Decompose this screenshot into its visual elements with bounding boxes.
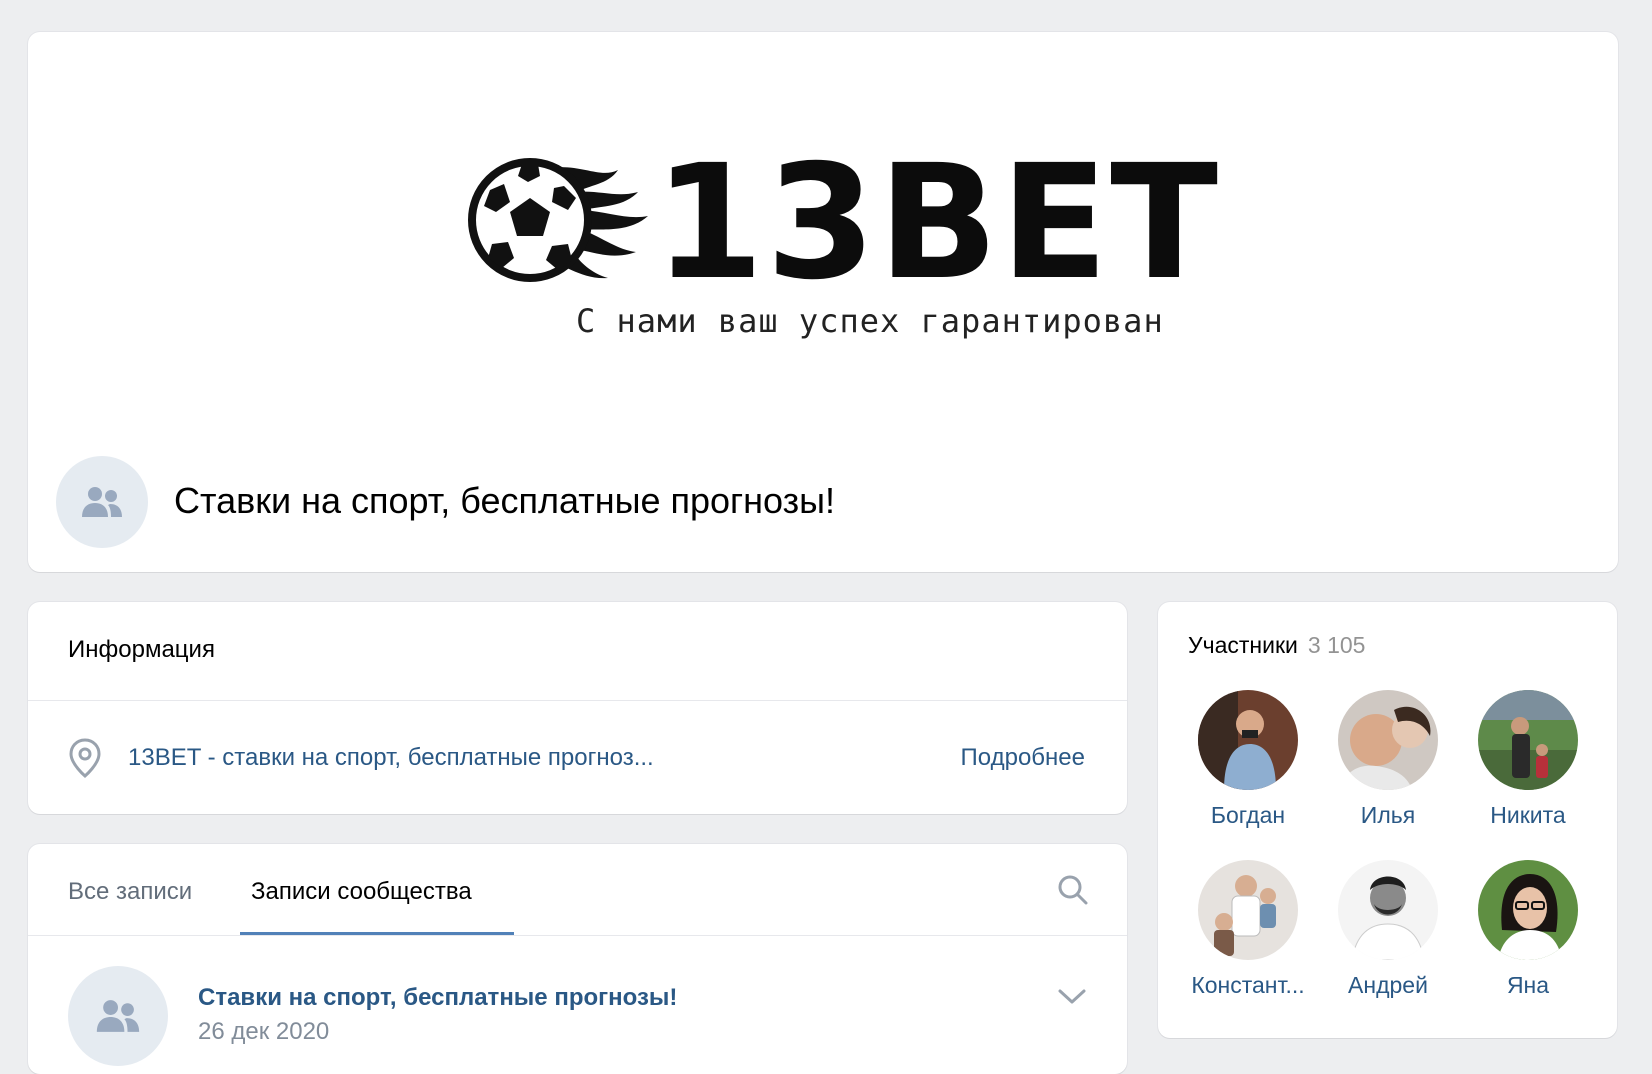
tab-community-posts[interactable]: Записи сообщества: [251, 878, 472, 906]
member-name[interactable]: Яна: [1458, 972, 1598, 999]
member-item[interactable]: Яна: [1458, 860, 1598, 999]
tab-all-posts[interactable]: Все записи: [68, 878, 192, 906]
chevron-down-icon[interactable]: [1057, 988, 1087, 1006]
info-card: Информация 13BET - ставки на спорт, бесп…: [28, 602, 1127, 814]
member-name[interactable]: Андрей: [1318, 972, 1458, 999]
wall-card: Все записи Записи сообщества Ставки на с…: [28, 844, 1127, 1074]
member-name[interactable]: Никита: [1458, 802, 1598, 829]
member-name[interactable]: Илья: [1318, 802, 1458, 829]
soccer-ball-icon: [468, 158, 648, 282]
location-pin-icon: [69, 738, 101, 778]
info-heading: Информация: [68, 636, 215, 663]
group-title: Ставки на спорт, бесплатные прогнозы!: [174, 480, 836, 521]
avatar[interactable]: [1338, 860, 1438, 960]
avatar[interactable]: [1478, 860, 1578, 960]
avatar[interactable]: [1198, 860, 1298, 960]
cover-card: 13BET С нами ваш успех гарантирован Став…: [28, 32, 1618, 572]
logo-wordmark: 13BET: [654, 131, 1221, 315]
members-count: 3 105: [1307, 632, 1366, 658]
info-more-link[interactable]: Подробнее: [961, 744, 1085, 772]
post-author-avatar[interactable]: [68, 966, 168, 1066]
avatar[interactable]: [1478, 690, 1578, 790]
avatar[interactable]: [1198, 690, 1298, 790]
divider: [28, 700, 1127, 701]
group-avatar[interactable]: [56, 456, 148, 548]
post-date[interactable]: 26 дек 2020: [198, 1018, 329, 1046]
users-icon: [82, 487, 122, 517]
member-item[interactable]: Никита: [1458, 690, 1598, 829]
search-icon[interactable]: [1057, 874, 1089, 906]
divider: [28, 935, 1127, 936]
members-heading[interactable]: Участники 3 105: [1188, 632, 1365, 659]
cover-slogan: С нами ваш успех гарантирован: [576, 302, 1164, 340]
member-item[interactable]: Андрей: [1318, 860, 1458, 999]
member-name[interactable]: Констант...: [1178, 972, 1318, 999]
members-title: Участники: [1188, 632, 1298, 658]
member-item[interactable]: Илья: [1318, 690, 1458, 829]
avatar[interactable]: [1338, 690, 1438, 790]
member-item[interactable]: Констант...: [1178, 860, 1318, 999]
member-name[interactable]: Богдан: [1178, 802, 1318, 829]
info-description-link[interactable]: 13BET - ставки на спорт, бесплатные прог…: [128, 744, 654, 772]
cover-logo: 13BET С нами ваш успех гарантирован: [468, 124, 1218, 354]
member-item[interactable]: Богдан: [1178, 690, 1318, 829]
users-icon: [96, 1000, 140, 1032]
members-card: Участники 3 105 Богдан Илья Никита Конст…: [1158, 602, 1617, 1038]
post-author-link[interactable]: Ставки на спорт, бесплатные прогнозы!: [198, 984, 677, 1012]
